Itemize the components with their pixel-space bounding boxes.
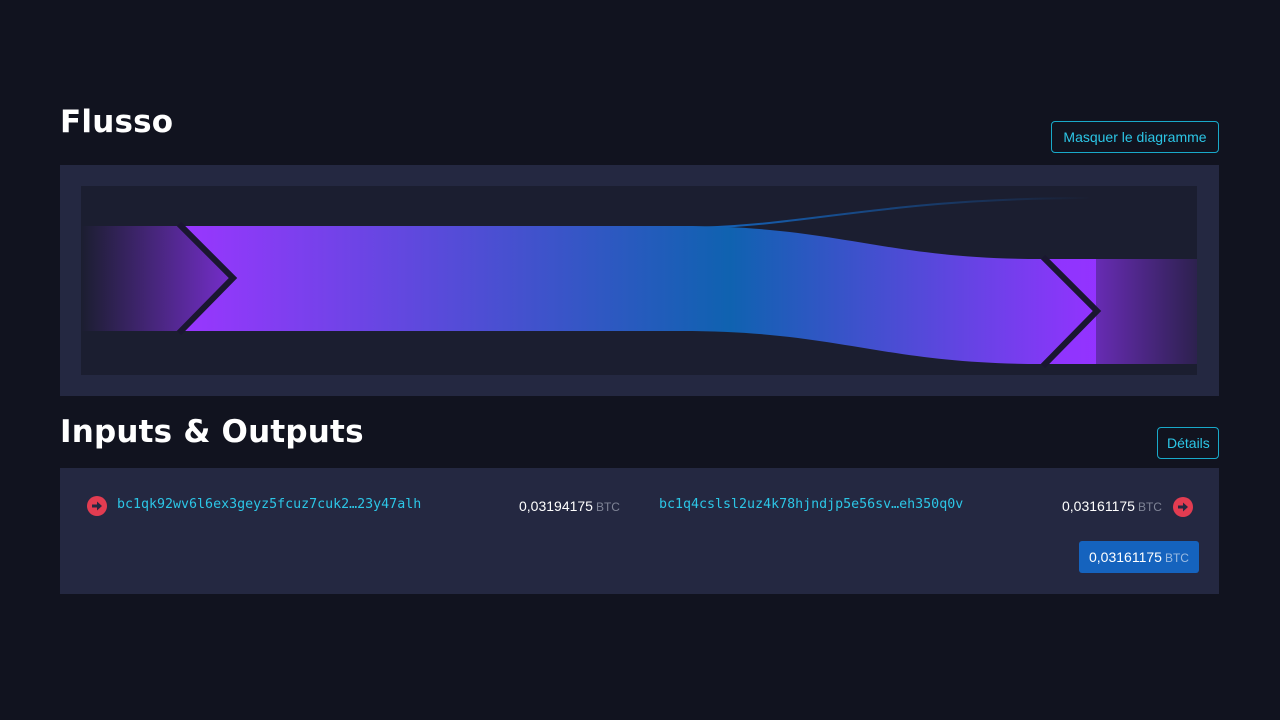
hide-diagram-button[interactable]: Masquer le diagramme	[1051, 121, 1219, 153]
flow-diagram-canvas	[81, 186, 1197, 375]
input-amount-unit: BTC	[595, 500, 620, 514]
input-address-link[interactable]: bc1qk92wv6l6ex3geyz5fcuz7cuk2…23y47alh	[117, 497, 421, 512]
total-amount-unit: BTC	[1164, 551, 1189, 565]
flow-section-title: Flusso	[60, 104, 174, 140]
transaction-flow-band	[181, 226, 1096, 364]
total-output-badge: 0,03161175 BTC	[1079, 541, 1199, 573]
inputs-outputs-section-title: Inputs & Outputs	[60, 414, 364, 450]
output-amount-value: 0,03161175	[1062, 498, 1135, 514]
inputs-outputs-panel: bc1qk92wv6l6ex3geyz5fcuz7cuk2…23y47alh 0…	[60, 468, 1219, 594]
input-amount: 0,03194175 BTC	[519, 498, 620, 514]
output-row: bc1q4cslsl2uz4k78hjndjp5e56sv…eh350q0v 0…	[658, 494, 1219, 518]
arrow-right-circle-icon[interactable]	[1173, 497, 1193, 517]
output-address-link[interactable]: bc1q4cslsl2uz4k78hjndjp5e56sv…eh350q0v	[659, 497, 963, 512]
flow-diagram-svg	[81, 197, 1197, 369]
output-amount-unit: BTC	[1137, 500, 1162, 514]
fee-flow-line	[680, 197, 1092, 229]
details-button[interactable]: Détails	[1157, 427, 1219, 459]
output-amount: 0,03161175 BTC	[1062, 498, 1162, 514]
arrow-right-circle-icon[interactable]	[87, 496, 107, 516]
flow-diagram-panel	[60, 165, 1219, 396]
input-amount-value: 0,03194175	[519, 498, 593, 514]
input-row: bc1qk92wv6l6ex3geyz5fcuz7cuk2…23y47alh 0…	[60, 494, 640, 518]
total-amount-value: 0,03161175	[1089, 549, 1162, 565]
page: Flusso Masquer le diagramme Inputs & Out…	[0, 0, 1280, 720]
